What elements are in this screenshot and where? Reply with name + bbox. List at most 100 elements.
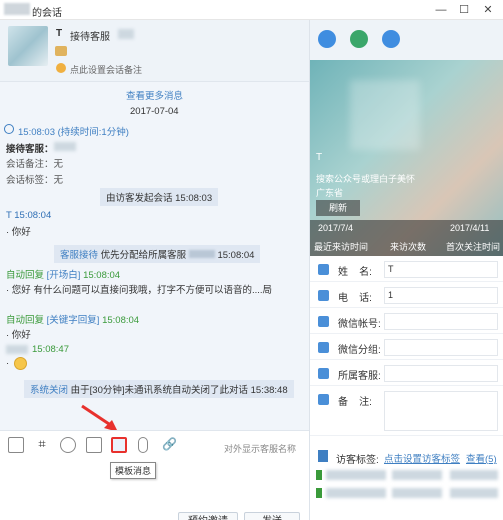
profile-tabs — [310, 20, 503, 60]
field-label: 姓 名: — [338, 267, 372, 278]
field-wechat-account: 微信帐号: — [310, 310, 503, 334]
system-close-text: 由于[30分钟]未通讯系统自动关闭了此对话 15:38:48 — [70, 385, 288, 396]
phone-icon — [318, 290, 329, 301]
auto-reply-label: 自动回复 — [6, 315, 45, 326]
invite-button[interactable]: 预约邀请 — [178, 512, 238, 520]
agent-select[interactable] — [384, 365, 498, 382]
note-icon — [318, 394, 329, 405]
mail-tab-icon[interactable] — [382, 30, 400, 48]
window-title: 的会话 — [32, 8, 62, 19]
visit-stats: 2017/7/4 最近来访时间 来访次数 2017/4/11 首次关注时间 — [310, 220, 503, 256]
auto-reply-time: 15:08:04 — [83, 270, 121, 281]
note-icon — [56, 63, 66, 73]
contact-name-prefix: T — [56, 28, 63, 39]
chat-tab-icon[interactable] — [318, 30, 336, 48]
agent-label: 接待客服： — [6, 144, 54, 155]
contact-avatar — [8, 26, 48, 66]
visitor-start-notice: 由访客发起会话 15:08:03 — [100, 188, 219, 206]
input-toolbar: ⌗ 🔗 对外显示客服名称 — [0, 430, 309, 460]
assign-blur — [188, 250, 215, 258]
refresh-button[interactable]: 刷新 — [316, 200, 360, 216]
system-close-notice: 系统关闭 由于[30分钟]未通讯系统自动关闭了此对话 15:38:48 — [24, 380, 294, 398]
set-tags-link[interactable]: 点击设置访客标签 — [384, 451, 460, 465]
field-remark: 备 注: — [310, 388, 503, 436]
visitor-message-time: 15:08:47 — [32, 344, 69, 355]
wechat-account-input[interactable] — [384, 313, 498, 330]
field-wechat-group: 微信分组: — [310, 336, 503, 360]
auto-reply-text-2: · 你好 — [6, 330, 31, 341]
template-message-tooltip: 模板消息 — [110, 462, 157, 479]
tag-blur — [326, 488, 386, 498]
emoji-icon[interactable] — [60, 437, 76, 453]
wechat-group-select[interactable] — [384, 339, 498, 356]
tag-blur — [450, 488, 498, 498]
show-agent-name-option[interactable]: 对外显示客服名称 — [224, 442, 296, 455]
contact-type-icon — [55, 46, 67, 56]
group-icon — [318, 342, 329, 353]
session-tags: 会话标签：无 — [6, 175, 64, 186]
bookmark-icon — [318, 450, 328, 462]
link-icon[interactable]: 🔗 — [162, 437, 178, 453]
clock-icon — [4, 124, 14, 134]
visitor-photo: T 搜索公众号或理白子美怀 广东省 刷新 2017/7/4 最近来访时间 来访次… — [310, 60, 503, 256]
contact-header: T 接待客服 点此设置会话备注 — [0, 20, 309, 82]
field-label: 微信帐号: — [338, 319, 381, 330]
visitor-caption: 搜索公众号或理白子美怀 — [316, 174, 416, 184]
auto-reply-header-1: 自动回复 [开场白] 15:08:04 — [6, 267, 120, 281]
title-bar: 的会话 — ☐ ✕ — [0, 0, 503, 20]
send-button[interactable]: 发送 — [244, 512, 300, 520]
agent-blur — [54, 142, 76, 151]
name-blur — [118, 29, 134, 39]
crop-icon[interactable]: ⌗ — [34, 437, 50, 453]
date-divider: 2017-07-04 — [130, 106, 179, 117]
template-message-icon[interactable] — [111, 437, 127, 453]
visitor-location: 广东省 — [316, 188, 344, 198]
minimize-button[interactable]: — — [433, 2, 449, 18]
view-tags-link[interactable]: 查看(5) — [466, 451, 497, 465]
message-list: 查看更多消息 2017-07-04 15:08:03 (持续时间:1分钟) 接待… — [0, 82, 309, 432]
photo-blur — [350, 80, 420, 150]
smile-emoji-icon — [14, 357, 27, 370]
system-close-tag: 系统关闭 — [30, 385, 69, 396]
file-icon[interactable] — [86, 437, 102, 453]
last-visit-label: 最近来访时间 — [314, 242, 369, 252]
auto-reply-label: 自动回复 — [6, 270, 45, 281]
tag-blur — [392, 488, 442, 498]
tag-blur — [450, 470, 498, 480]
name-input[interactable]: T — [384, 261, 498, 278]
maximize-button[interactable]: ☐ — [456, 2, 472, 18]
visitor-message-sender: T 15:08:04 — [6, 210, 52, 221]
close-button[interactable]: ✕ — [480, 2, 496, 18]
phone-input[interactable]: 1 — [384, 287, 498, 304]
system-assign-time: 15:08:04 — [217, 250, 255, 261]
first-follow-label: 首次关注时间 — [446, 242, 501, 252]
message-input-area[interactable]: 模板消息 预约邀请 发送 — [0, 460, 309, 520]
wechat-icon — [318, 316, 329, 327]
visitor-tags: 访客标签: 点击设置访客标签 查看(5) — [310, 446, 503, 520]
emoji-bullet: · — [6, 358, 10, 369]
field-label: 所属客服: — [338, 371, 381, 382]
sender-blur — [6, 345, 28, 354]
image-icon[interactable] — [8, 437, 24, 453]
auto-reply-text-1: · 您好 有什么问题可以直接问我哦，打字不方便可以语音的....局 — [6, 285, 273, 296]
session-time: 15:08:03 (持续时间:1分钟) — [18, 127, 129, 138]
microphone-icon[interactable] — [138, 437, 148, 453]
last-visit-date: 2017/7/4 — [318, 223, 354, 233]
tag-blur — [326, 470, 386, 480]
visitor-initial: T — [316, 152, 323, 163]
info-tab-icon[interactable] — [350, 30, 368, 48]
system-assign-tag: 客服接待 — [60, 250, 99, 261]
auto-reply-tag: [开场白] — [46, 270, 81, 281]
tag-blur — [392, 470, 442, 480]
field-label: 微信分组: — [338, 345, 381, 356]
field-phone: 电 话: 1 — [310, 284, 503, 308]
agent-icon — [318, 368, 329, 379]
field-label: 电 话: — [338, 293, 372, 304]
auto-reply-tag: [关键字回复] — [46, 315, 100, 326]
tag-color-marker — [316, 488, 322, 498]
remark-textarea[interactable] — [384, 391, 498, 431]
system-assign-text: 优先分配给所属客服 — [100, 250, 187, 261]
load-more-link[interactable]: 查看更多消息 — [126, 88, 183, 102]
session-note-link[interactable]: 点此设置会话备注 — [70, 63, 142, 76]
title-avatar-blur — [4, 3, 30, 15]
